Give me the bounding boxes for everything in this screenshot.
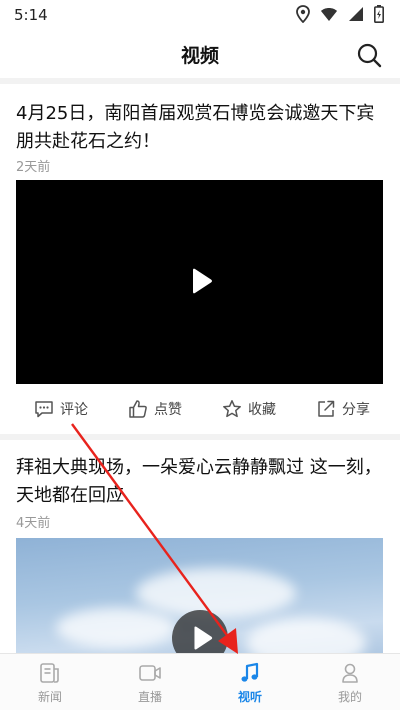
- signal-icon: [349, 7, 363, 21]
- publish-time: 4天前: [16, 516, 51, 531]
- comment-button[interactable]: 评论: [16, 399, 102, 419]
- star-icon: [223, 400, 241, 418]
- news-icon: [40, 663, 59, 683]
- share-label: 分享: [342, 402, 370, 418]
- share-button[interactable]: 分享: [302, 399, 384, 419]
- like-label: 点赞: [154, 402, 182, 418]
- status-bar: 5:14: [0, 0, 400, 30]
- bottom-tab-bar: 新闻 直播 视听 我的: [0, 653, 400, 710]
- comment-label: 评论: [60, 402, 88, 418]
- play-icon: [194, 626, 213, 650]
- thumbs-up-icon: [129, 400, 147, 418]
- location-icon: [296, 5, 310, 23]
- search-icon[interactable]: [356, 42, 382, 68]
- share-icon: [318, 400, 335, 417]
- tab-news[interactable]: 新闻: [0, 654, 100, 710]
- favorite-label: 收藏: [248, 402, 276, 418]
- favorite-button[interactable]: 收藏: [208, 399, 290, 419]
- cloud-decoration: [136, 568, 296, 618]
- tab-live[interactable]: 直播: [100, 654, 200, 710]
- wifi-icon: [321, 8, 337, 21]
- cloud-decoration: [56, 608, 176, 648]
- profile-icon: [342, 663, 358, 683]
- tab-label: 直播: [137, 690, 162, 704]
- comment-icon: [35, 401, 53, 418]
- status-time: 5:14: [14, 6, 48, 24]
- publish-time: 2天前: [16, 160, 51, 175]
- tab-label: 视听: [237, 690, 262, 704]
- video-card[interactable]: 4月25日，南阳首届观赏石博览会诚邀天下宾朋共赴花石之约！ 2天前 评论 点赞: [0, 84, 400, 434]
- video-card[interactable]: 拜祖大典现场，一朵爱心云静静飘过 这一刻，天地都在回应 4天前: [0, 440, 400, 653]
- video-actions: 评论 点赞 收藏 分享: [16, 394, 384, 424]
- tab-label: 新闻: [37, 690, 62, 704]
- app-header: 视频: [0, 30, 400, 78]
- battery-icon: [374, 5, 384, 23]
- tab-profile[interactable]: 我的: [300, 654, 400, 710]
- cloud-decoration: [246, 618, 366, 653]
- video-feed[interactable]: 4月25日，南阳首届观赏石博览会诚邀天下宾朋共赴花石之约！ 2天前 评论 点赞: [0, 78, 400, 653]
- tab-audio-video[interactable]: 视听: [200, 654, 300, 710]
- page-title: 视频: [180, 45, 219, 67]
- music-note-icon: [241, 662, 259, 682]
- video-title[interactable]: 拜祖大典现场，一朵爱心云静静飘过 这一刻，天地都在回应: [16, 454, 386, 510]
- tab-label: 我的: [337, 690, 362, 704]
- play-icon[interactable]: [185, 266, 215, 296]
- video-title[interactable]: 4月25日，南阳首届观赏石博览会诚邀天下宾朋共赴花石之约！: [16, 100, 386, 156]
- live-icon: [139, 665, 161, 681]
- video-player[interactable]: [16, 180, 383, 384]
- like-button[interactable]: 点赞: [114, 399, 196, 419]
- video-thumbnail[interactable]: [16, 538, 383, 653]
